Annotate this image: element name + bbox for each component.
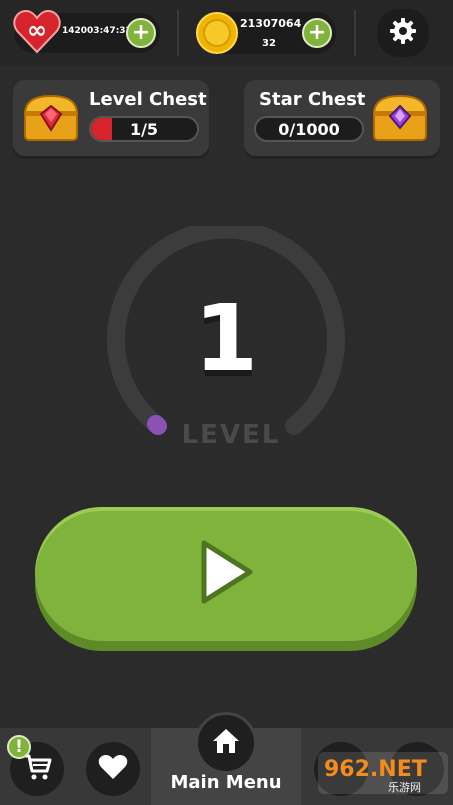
level-chest-progress: 1/5 <box>89 116 199 142</box>
gear-icon <box>389 17 417 49</box>
top-bar: ∞ 142003:47:33 + 21307064 32 + <box>0 0 453 66</box>
level-chest-title: Level Chest <box>89 89 207 110</box>
level-progress-arc <box>147 415 167 435</box>
watermark-subtext: 乐游网 <box>388 781 421 794</box>
main-menu-label: Main Menu <box>170 772 282 793</box>
heart-icon: ∞ <box>12 8 62 56</box>
play-button[interactable] <box>35 507 417 641</box>
star-chest-title: Star Chest <box>259 89 366 110</box>
coin-icon <box>195 11 239 55</box>
nav-lives[interactable] <box>86 742 140 796</box>
red-chest-icon <box>21 92 81 144</box>
watermark: 962.NET 乐游网 <box>318 750 448 795</box>
lives-timer: 142003:47:33 <box>62 26 132 36</box>
divider <box>354 10 356 56</box>
stars-count: 32 <box>262 38 276 49</box>
settings-button[interactable] <box>377 9 429 57</box>
level-chest-progress-text: 1/5 <box>129 119 159 139</box>
level-chest-panel[interactable]: Level Chest 1/5 <box>13 80 209 156</box>
divider <box>177 10 179 56</box>
add-lives-button[interactable]: + <box>126 18 156 48</box>
cart-icon <box>22 753 52 785</box>
coins-count: 21307064 <box>240 17 302 30</box>
star-chest-panel[interactable]: Star Chest 0/1000 <box>244 80 440 156</box>
home-icon <box>211 727 241 759</box>
add-coins-button[interactable]: + <box>302 18 332 48</box>
star-chest-progress: 0/1000 <box>254 116 364 142</box>
purple-chest-icon <box>370 92 430 144</box>
heart-icon <box>98 754 128 785</box>
svg-text:∞: ∞ <box>27 16 47 44</box>
shop-notification-badge: ! <box>7 735 31 759</box>
nav-home-button[interactable] <box>195 712 257 774</box>
watermark-text: 962.NET <box>324 757 427 782</box>
level-number: 1 <box>193 285 258 392</box>
star-chest-progress-text: 0/1000 <box>278 119 340 139</box>
level-label: LEVEL <box>181 420 281 450</box>
play-icon <box>196 537 256 611</box>
